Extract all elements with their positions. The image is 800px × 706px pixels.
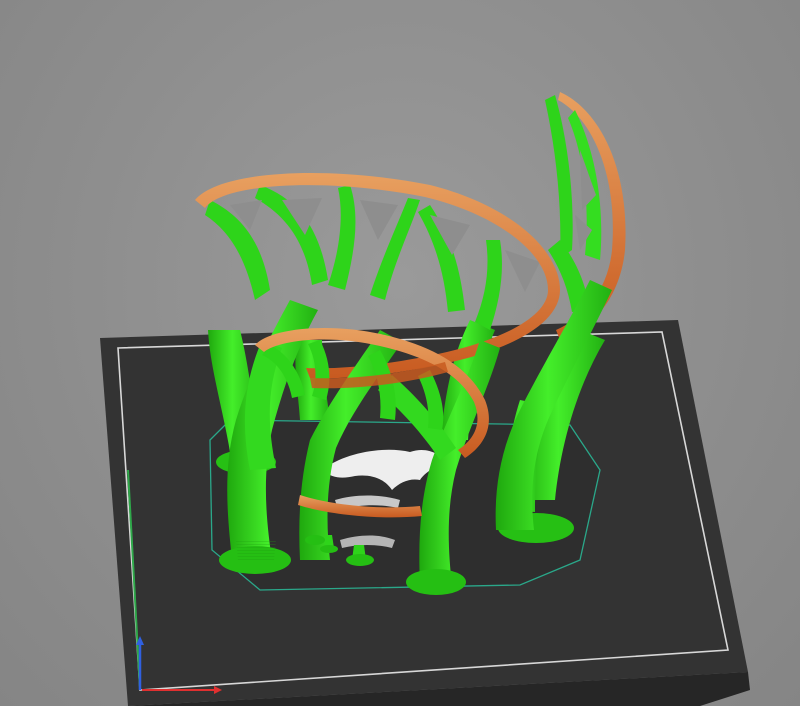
scene-canvas[interactable] bbox=[0, 0, 800, 706]
3d-viewport[interactable] bbox=[0, 0, 800, 706]
